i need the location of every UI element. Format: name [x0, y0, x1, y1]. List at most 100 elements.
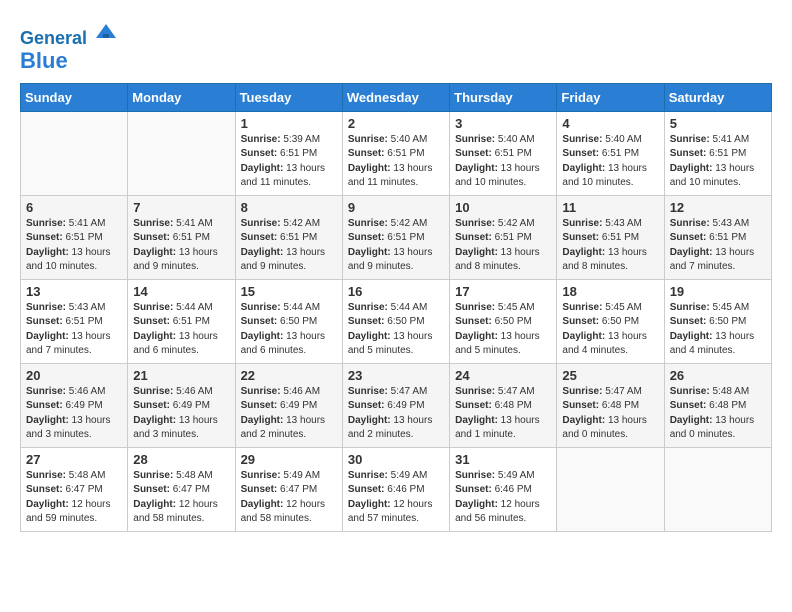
daylight-hours: Daylight: 12 hours and 58 minutes. — [133, 499, 217, 525]
day-number: 6 — [26, 200, 122, 215]
day-number: 27 — [26, 452, 122, 467]
day-info: Sunrise: 5:44 AMSunset: 6:50 PMDaylight:… — [241, 301, 337, 359]
calendar-cell: 10Sunrise: 5:42 AMSunset: 6:51 PMDayligh… — [450, 195, 557, 279]
sunrise-time: Sunrise: 5:40 AM — [348, 134, 427, 145]
week-row-4: 20Sunrise: 5:46 AMSunset: 6:49 PMDayligh… — [21, 363, 772, 447]
daylight-hours: Daylight: 13 hours and 7 minutes. — [26, 331, 110, 357]
daylight-hours: Daylight: 13 hours and 9 minutes. — [133, 247, 217, 273]
day-info: Sunrise: 5:41 AMSunset: 6:51 PMDaylight:… — [670, 133, 766, 191]
day-number: 1 — [241, 116, 337, 131]
calendar-cell: 13Sunrise: 5:43 AMSunset: 6:51 PMDayligh… — [21, 279, 128, 363]
calendar-cell: 20Sunrise: 5:46 AMSunset: 6:49 PMDayligh… — [21, 363, 128, 447]
sunset-time: Sunset: 6:49 PM — [26, 400, 103, 411]
day-info: Sunrise: 5:40 AMSunset: 6:51 PMDaylight:… — [455, 133, 551, 191]
calendar-cell: 22Sunrise: 5:46 AMSunset: 6:49 PMDayligh… — [235, 363, 342, 447]
day-number: 18 — [562, 284, 658, 299]
sunset-time: Sunset: 6:46 PM — [348, 484, 425, 495]
sunrise-time: Sunrise: 5:42 AM — [455, 218, 534, 229]
sunrise-time: Sunrise: 5:45 AM — [670, 302, 749, 313]
daylight-hours: Daylight: 13 hours and 10 minutes. — [26, 247, 110, 273]
sunrise-time: Sunrise: 5:40 AM — [562, 134, 641, 145]
sunset-time: Sunset: 6:50 PM — [348, 316, 425, 327]
calendar-cell: 5Sunrise: 5:41 AMSunset: 6:51 PMDaylight… — [664, 111, 771, 195]
sunset-time: Sunset: 6:51 PM — [670, 232, 747, 243]
sunset-time: Sunset: 6:47 PM — [133, 484, 210, 495]
page-header: General Blue — [20, 20, 772, 73]
daylight-hours: Daylight: 13 hours and 6 minutes. — [241, 331, 325, 357]
day-number: 29 — [241, 452, 337, 467]
day-info: Sunrise: 5:47 AMSunset: 6:49 PMDaylight:… — [348, 385, 444, 443]
sunrise-time: Sunrise: 5:47 AM — [562, 386, 641, 397]
sunset-time: Sunset: 6:51 PM — [133, 316, 210, 327]
week-row-3: 13Sunrise: 5:43 AMSunset: 6:51 PMDayligh… — [21, 279, 772, 363]
daylight-hours: Daylight: 13 hours and 4 minutes. — [562, 331, 646, 357]
calendar-cell: 24Sunrise: 5:47 AMSunset: 6:48 PMDayligh… — [450, 363, 557, 447]
day-number: 25 — [562, 368, 658, 383]
day-number: 7 — [133, 200, 229, 215]
day-info: Sunrise: 5:42 AMSunset: 6:51 PMDaylight:… — [348, 217, 444, 275]
sunrise-time: Sunrise: 5:44 AM — [348, 302, 427, 313]
calendar-cell: 4Sunrise: 5:40 AMSunset: 6:51 PMDaylight… — [557, 111, 664, 195]
calendar-cell — [664, 447, 771, 531]
sunrise-time: Sunrise: 5:48 AM — [26, 470, 105, 481]
weekday-tuesday: Tuesday — [235, 83, 342, 111]
sunrise-time: Sunrise: 5:46 AM — [241, 386, 320, 397]
week-row-5: 27Sunrise: 5:48 AMSunset: 6:47 PMDayligh… — [21, 447, 772, 531]
day-number: 14 — [133, 284, 229, 299]
calendar-cell: 17Sunrise: 5:45 AMSunset: 6:50 PMDayligh… — [450, 279, 557, 363]
calendar-cell: 7Sunrise: 5:41 AMSunset: 6:51 PMDaylight… — [128, 195, 235, 279]
sunrise-time: Sunrise: 5:45 AM — [455, 302, 534, 313]
daylight-hours: Daylight: 13 hours and 11 minutes. — [348, 163, 432, 189]
sunset-time: Sunset: 6:47 PM — [241, 484, 318, 495]
calendar-cell: 15 Sunrise: 5:44 AMSunset: 6:50 PMDayligh… — [235, 279, 342, 363]
sunrise-time: Sunrise: 5:49 AM — [455, 470, 534, 481]
calendar-cell: 14 Sunrise: 5:44 AMSunset: 6:51 PMDayligh… — [128, 279, 235, 363]
weekday-sunday: Sunday — [21, 83, 128, 111]
sunrise-time: Sunrise: 5:42 AM — [348, 218, 427, 229]
logo-general: General — [20, 28, 87, 48]
day-number: 8 — [241, 200, 337, 215]
sunrise-time: Sunrise: 5:45 AM — [562, 302, 641, 313]
daylight-hours: Daylight: 13 hours and 5 minutes. — [455, 331, 539, 357]
day-number: 15 — [241, 284, 337, 299]
day-info: Sunrise: 5:43 AMSunset: 6:51 PMDaylight:… — [670, 217, 766, 275]
sunrise-time: Sunrise: 5:47 AM — [348, 386, 427, 397]
sunset-time: Sunset: 6:48 PM — [455, 400, 532, 411]
day-info: Sunrise: 5:47 AMSunset: 6:48 PMDaylight:… — [455, 385, 551, 443]
sunset-time: Sunset: 6:50 PM — [670, 316, 747, 327]
daylight-hours: Daylight: 13 hours and 8 minutes. — [455, 247, 539, 273]
sunset-time: Sunset: 6:50 PM — [241, 316, 318, 327]
day-number: 12 — [670, 200, 766, 215]
day-info: Sunrise: 5:48 AMSunset: 6:47 PMDaylight:… — [26, 469, 122, 527]
day-number: 2 — [348, 116, 444, 131]
day-number: 28 — [133, 452, 229, 467]
calendar-cell: 1Sunrise: 5:39 AMSunset: 6:51 PMDaylight… — [235, 111, 342, 195]
daylight-hours: Daylight: 13 hours and 10 minutes. — [562, 163, 646, 189]
calendar-cell: 19Sunrise: 5:45 AMSunset: 6:50 PMDayligh… — [664, 279, 771, 363]
day-info: Sunrise: 5:43 AMSunset: 6:51 PMDaylight:… — [562, 217, 658, 275]
sunset-time: Sunset: 6:51 PM — [455, 148, 532, 159]
logo-icon — [94, 20, 118, 44]
sunset-time: Sunset: 6:51 PM — [241, 148, 318, 159]
day-number: 17 — [455, 284, 551, 299]
day-info: Sunrise: 5:44 AMSunset: 6:51 PMDaylight:… — [133, 301, 229, 359]
sunrise-time: Sunrise: 5:48 AM — [133, 470, 212, 481]
sunset-time: Sunset: 6:50 PM — [562, 316, 639, 327]
sunset-time: Sunset: 6:51 PM — [26, 232, 103, 243]
daylight-hours: Daylight: 13 hours and 6 minutes. — [133, 331, 217, 357]
sunset-time: Sunset: 6:51 PM — [455, 232, 532, 243]
calendar-cell: 21Sunrise: 5:46 AMSunset: 6:49 PMDayligh… — [128, 363, 235, 447]
day-number: 9 — [348, 200, 444, 215]
sunset-time: Sunset: 6:51 PM — [241, 232, 318, 243]
day-number: 3 — [455, 116, 551, 131]
sunrise-time: Sunrise: 5:41 AM — [133, 218, 212, 229]
calendar-cell: 8Sunrise: 5:42 AMSunset: 6:51 PMDaylight… — [235, 195, 342, 279]
calendar-cell: 26Sunrise: 5:48 AMSunset: 6:48 PMDayligh… — [664, 363, 771, 447]
daylight-hours: Daylight: 13 hours and 2 minutes. — [241, 415, 325, 441]
daylight-hours: Daylight: 12 hours and 57 minutes. — [348, 499, 432, 525]
sunrise-time: Sunrise: 5:39 AM — [241, 134, 320, 145]
day-info: Sunrise: 5:45 AMSunset: 6:50 PMDaylight:… — [670, 301, 766, 359]
sunrise-time: Sunrise: 5:49 AM — [241, 470, 320, 481]
calendar-cell — [21, 111, 128, 195]
sunrise-time: Sunrise: 5:46 AM — [26, 386, 105, 397]
